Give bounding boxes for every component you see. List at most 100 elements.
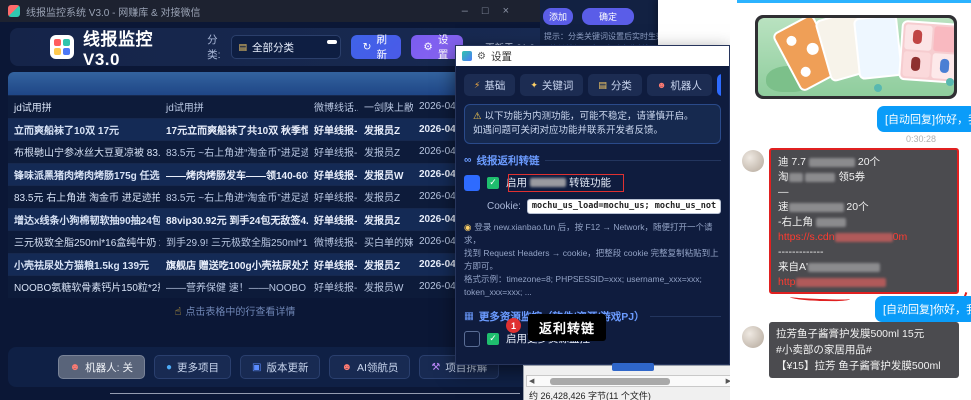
dialog-app-icon — [462, 51, 472, 61]
annotated-message-card[interactable]: 迪 7.7 20个 淘 领5券 — 速 20个 -右上角 https://s.c… — [769, 148, 959, 294]
confirm-button[interactable]: 确定 — [582, 8, 634, 25]
window-title: 线报监控系统 V3.0 - 网赚库 & 对接微信 — [26, 4, 200, 19]
table-row[interactable]: 三元极致全脂250ml*16盒纯牛奶 29... 到手29.9! 三元极致全脂2… — [8, 230, 467, 253]
cell-content: 旗舰店 赠送吃100g小壳祛尿处方猫粮... — [160, 257, 308, 272]
scrollbar-thumb[interactable] — [550, 378, 670, 385]
checkbox-enabled[interactable]: ✓ — [487, 333, 499, 345]
censored-text — [805, 173, 835, 182]
table-row[interactable]: jd试用拼 jd试用拼 微博线话... 一剑陕上敝... 2026-04-22 … — [8, 95, 467, 118]
checkbox-unchecked[interactable] — [464, 331, 480, 347]
bulb-icon: ◉ — [464, 222, 471, 232]
red-annotation-box — [508, 174, 624, 192]
cell-content: jd试用拼 — [160, 99, 308, 114]
page-title: 线报监控 V3.0 — [83, 25, 169, 70]
dialog-titlebar: ⚙ 设置 — [456, 46, 729, 66]
table-row[interactable]: 锋味派黑猪肉烤肉烤肠175g 任选5件... ——烤肉烤肠发车——领140-60… — [8, 163, 467, 186]
minimize-button[interactable]: – — [462, 5, 468, 17]
cell-publisher: 一剑陕上敝... — [358, 99, 413, 114]
footer-button[interactable]: ● 更多项目 — [154, 355, 231, 379]
table-row[interactable]: 布根毑山宁参冰丝大豆夏凉被 83.5元 83.5元 ~右上角进“淘金币”进足迹.… — [8, 140, 467, 163]
settings-dialog: ⚙ 设置 ⚡ 基础 ✦ 关键词 ▤ 分类 ☻ 机器人 — [455, 45, 730, 365]
censored-text — [789, 173, 803, 182]
gear-icon: ⚙ — [477, 51, 486, 62]
cell-content: ——烤肉烤肠发车——领140-60补... — [160, 167, 308, 182]
cell-title: 小壳祛尿处方猫粮1.5kg 139元 — [8, 257, 160, 272]
warning-icon: ⚠ — [473, 111, 482, 122]
sticker-image-message[interactable] — [755, 15, 957, 99]
cell-category: 好单线报-... — [308, 189, 358, 204]
footer-button[interactable]: ☻ AI领航员 — [329, 355, 410, 379]
censored-text — [809, 158, 855, 167]
add-button[interactable]: 添加 — [543, 8, 573, 25]
section-rebate-link: ∞ 线报返利转链 — [464, 153, 721, 168]
cell-category: 好单线报-... — [308, 212, 358, 227]
table-row[interactable]: NOOBO氨糖软骨素钙片150粒*2瓶3... ——营养保健 速！——NOOBO… — [8, 275, 467, 298]
file-window-fragment: ◀ ▶ 约 26,428,426 字节(11 个文件) — [523, 365, 737, 400]
dialog-tab[interactable]: ✦ 关键词 — [520, 74, 583, 96]
sticker-card — [853, 18, 903, 80]
dialog-tab[interactable]: ✎ 内测 — [717, 74, 721, 96]
cell-publisher: 发报员Z — [358, 257, 413, 272]
screen: 线报监控系统 V3.0 - 网赚库 & 对接微信 – □ × 线报监控 V3.0… — [0, 0, 971, 400]
refresh-button[interactable]: ↻ 刷新 — [351, 35, 402, 59]
dialog-tab[interactable]: ⚡ 基础 — [464, 74, 515, 96]
rebate-toggle-row: ✓ 启用 转链功能 — [464, 175, 721, 191]
tab-icon: ☻ — [657, 80, 666, 90]
cell-publisher: 买白单的妹妹 — [358, 234, 413, 249]
cell-category: 好单线报-... — [308, 257, 358, 272]
message-link[interactable]: https://s.cdn0m — [778, 230, 950, 245]
table-body: jd试用拼 jd试用拼 微博线话... 一剑陕上敝... 2026-04-22 … — [8, 95, 467, 298]
footer-button-icon: ▣ — [252, 362, 261, 373]
table-hint: ☝点击表格中的行查看详情 — [0, 303, 470, 318]
dialog-tab[interactable]: ☻ 机器人 — [647, 74, 712, 96]
cell-publisher: 发报员Z — [358, 189, 413, 204]
cell-publisher: 发报员Z — [358, 212, 413, 227]
table-row[interactable]: 增达x线条小狗棉韧软抽90抽24包 ... 88vip30.92元 到手24包无… — [8, 208, 467, 231]
message-timestamp: 0:30:28 — [906, 134, 936, 144]
annotation-badge: 1 — [506, 318, 521, 333]
censored-text — [796, 278, 886, 287]
cell-content: 到手29.9! 三元极致全脂250ml*16... — [160, 234, 308, 249]
cell-category: 好单线报-... — [308, 167, 358, 182]
cell-content: 83.5元 ~右上角进“淘金币”进足迹... — [160, 189, 308, 204]
app-icon — [8, 5, 20, 17]
app-logo — [50, 35, 74, 59]
red-pen-stroke — [790, 294, 850, 302]
cell-category: 好单线报-... — [308, 144, 358, 159]
cell-title: 增达x线条小狗棉韧软抽90抽24包 ... — [8, 212, 160, 227]
cell-title: 83.5元 右上角进 淘金币 进足迹拍 有... — [8, 189, 160, 204]
select-indicator — [327, 40, 337, 44]
checkbox-enabled[interactable]: ✓ — [487, 177, 499, 189]
footer-button[interactable]: ▣ 版本更新 — [240, 355, 320, 379]
category-select[interactable]: ▤ 全部分类 — [231, 35, 340, 59]
close-button[interactable]: × — [503, 5, 509, 17]
cookie-help-text: ◉登录 new.xianbao.fun 后，按 F12 → Network，随便… — [464, 221, 721, 300]
gear-icon: ⚙ — [423, 41, 432, 53]
table-row[interactable]: 83.5元 右上角进 淘金币 进足迹拍 有... 83.5元 ~右上角进“淘金币… — [8, 185, 467, 208]
cell-content: 88vip30.92元 到手24包无敌签4.48... — [160, 212, 308, 227]
table-row[interactable]: 小壳祛尿处方猫粮1.5kg 139元 旗舰店 赠送吃100g小壳祛尿处方猫粮..… — [8, 253, 467, 276]
avatar[interactable] — [742, 326, 764, 348]
avatar[interactable] — [742, 150, 764, 172]
dialog-tabs: ⚡ 基础 ✦ 关键词 ▤ 分类 ☻ 机器人 ✎ 内测 — [464, 74, 721, 96]
message-link[interactable]: http — [778, 275, 950, 290]
footer-button[interactable]: ☻ 机器人: 关 — [58, 355, 145, 379]
scroll-left-icon[interactable]: ◀ — [527, 377, 536, 385]
horizontal-scrollbar[interactable]: ◀ ▶ — [526, 375, 734, 387]
cell-category: 好单线报-... — [308, 279, 358, 294]
cell-publisher: 发报员W — [358, 279, 413, 294]
tab-icon: ⚡ — [474, 80, 480, 91]
censored-text — [835, 233, 893, 242]
table-row[interactable]: 立而爽船袜了10双 17元 17元立而爽船袜了共10双 秋季恒后石... 好单线… — [8, 118, 467, 141]
footer-button-icon: ☻ — [341, 362, 352, 373]
cell-content: 17元立而爽船袜了共10双 秋季恒后石... — [160, 122, 308, 137]
drag-handle[interactable] — [464, 175, 480, 191]
rebate-tooltip: 返利转链 — [528, 314, 606, 341]
cookie-input[interactable] — [527, 199, 721, 214]
link-icon: ∞ — [464, 154, 472, 166]
incoming-message-card[interactable]: 拉芳鱼子酱膏护发膜500ml 15元 #小卖部の家居用品# 【¥15】拉芳 鱼子… — [769, 322, 959, 378]
deals-table: jd试用拼 jd试用拼 微博线话... 一剑陕上敝... 2026-04-22 … — [8, 72, 467, 298]
maximize-button[interactable]: □ — [482, 5, 489, 17]
cell-publisher: 发报员Z — [358, 144, 413, 159]
dialog-tab[interactable]: ▤ 分类 — [588, 74, 642, 96]
